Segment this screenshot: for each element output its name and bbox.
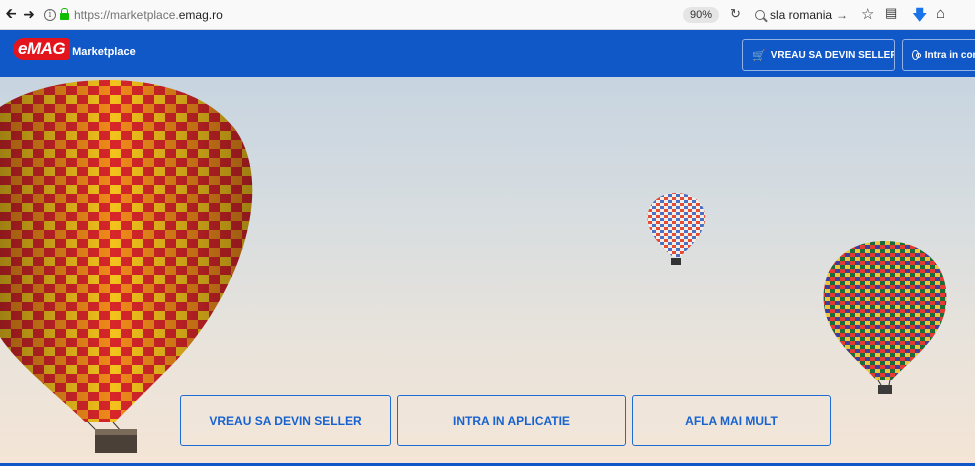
login-label: Intra in cont xyxy=(924,49,975,61)
download-icon[interactable]: 🡇 xyxy=(912,5,927,30)
address-bar[interactable]: i https://marketplace.emag.ro xyxy=(44,7,223,22)
emag-logo[interactable]: eMAG Marketplace xyxy=(13,38,136,60)
browser-toolbar: 🡰 ➜ i https://marketplace.emag.ro 90% ↻ … xyxy=(0,0,975,30)
star-icon[interactable]: ☆ xyxy=(861,5,874,23)
url-text[interactable]: https://marketplace.emag.ro xyxy=(74,8,223,22)
become-seller-header-button[interactable]: 🛒 VREAU SA DEVIN SELLER xyxy=(742,39,895,71)
forward-icon[interactable]: ➜ xyxy=(20,6,38,24)
user-icon xyxy=(912,50,921,60)
become-seller-label: VREAU SA DEVIN SELLER xyxy=(770,49,895,61)
reader-icon[interactable]: ▤ xyxy=(885,5,897,21)
reload-icon[interactable]: ↻ xyxy=(730,6,741,22)
search-icon xyxy=(755,9,765,20)
small-balloon xyxy=(647,193,706,265)
site-header: eMAG Marketplace 🛒 VREAU SA DEVIN SELLER… xyxy=(0,30,975,77)
go-arrow-icon[interactable]: → xyxy=(836,8,848,22)
back-icon[interactable]: 🡰 xyxy=(2,5,20,24)
hero-banner: VREAU SA DEVIN SELLER INTRA IN APLICATIE… xyxy=(0,77,975,463)
enter-app-cta-button[interactable]: INTRA IN APLICATIE xyxy=(397,395,626,446)
url-domain: emag.ro xyxy=(178,7,223,22)
search-input[interactable]: sla romania → xyxy=(755,4,850,25)
home-icon[interactable]: ⌂ xyxy=(936,5,945,22)
become-seller-cta-button[interactable]: VREAU SA DEVIN SELLER xyxy=(180,395,391,446)
url-prefix: https://marketplace. xyxy=(74,7,179,22)
search-text: sla romania xyxy=(770,7,833,22)
logo-text: eMAG xyxy=(13,38,71,60)
lock-icon[interactable] xyxy=(60,7,69,20)
login-button[interactable]: Intra in cont xyxy=(902,39,975,71)
right-balloon xyxy=(823,241,947,394)
info-icon[interactable]: i xyxy=(44,8,56,21)
logo-subtext: Marketplace xyxy=(72,46,136,58)
cart-icon: 🛒 xyxy=(752,49,766,62)
zoom-indicator[interactable]: 90% xyxy=(683,7,720,23)
learn-more-cta-button[interactable]: AFLA MAI MULT xyxy=(632,395,831,446)
